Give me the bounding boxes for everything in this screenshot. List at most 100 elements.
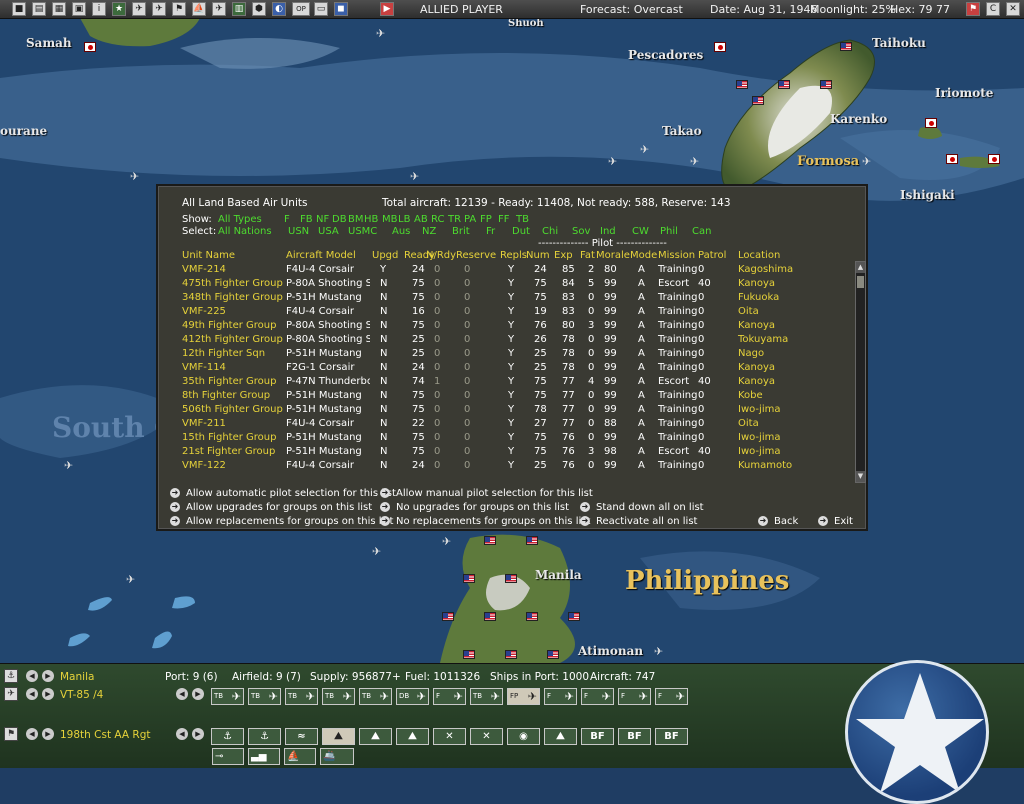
air-unit-button[interactable]: F ✈ <box>544 688 577 705</box>
ground-unit-button[interactable]: ≈ <box>285 728 318 745</box>
japan-base-icon[interactable] <box>714 42 726 52</box>
select-filter-item[interactable]: All Nations <box>218 226 272 237</box>
aircraft-icon[interactable]: ✈ <box>64 460 73 471</box>
us-base-icon[interactable] <box>736 80 748 89</box>
unit-type-button[interactable]: ⊸ <box>212 748 244 765</box>
exit-button[interactable]: ➜ Exit <box>818 516 853 527</box>
table-row[interactable]: 12th Fighter Sqn P-51H Mustang N 25 0 0 Y 25 78 0… <box>158 348 866 362</box>
aircraft-icon[interactable]: ✈ <box>654 646 663 657</box>
end-turn-button[interactable]: ▶ <box>380 2 394 16</box>
show-filter-item[interactable]: All Types <box>218 214 262 225</box>
air-unit-button[interactable]: TB ✈ <box>285 688 318 705</box>
toolbar-button[interactable]: ◼ <box>334 2 348 16</box>
column-header[interactable]: Patrol <box>698 250 726 261</box>
toolbar-button[interactable]: ⬢ <box>252 2 266 16</box>
toolbar-button[interactable]: ✈ <box>212 2 226 16</box>
us-base-icon[interactable] <box>526 612 538 621</box>
manual-pilot-option[interactable]: ➜ Allow manual pilot selection for this l… <box>380 488 593 499</box>
table-row[interactable]: 21st Fighter Group P-51H Mustang N 75 0 0 Y 75 7… <box>158 446 866 460</box>
select-filter-item[interactable]: Fr <box>486 226 495 237</box>
air-unit-name[interactable]: VT-85 /4 <box>60 689 103 701</box>
ground-unit-button[interactable]: BF <box>655 728 688 745</box>
toolbar-button[interactable]: ▦ <box>52 2 66 16</box>
aircraft-icon[interactable]: ✈ <box>376 28 385 39</box>
japan-base-icon[interactable] <box>925 118 937 128</box>
select-filter-item[interactable]: NZ <box>422 226 436 237</box>
us-base-icon[interactable] <box>505 574 517 583</box>
ground-unit-button[interactable]: ⛰ <box>544 728 577 745</box>
no-replacements-option[interactable]: ➜ No replacements for groups on this list <box>380 516 590 527</box>
aircraft-icon[interactable]: ✈ <box>126 574 135 585</box>
air-unit-button[interactable]: TB ✈ <box>248 688 281 705</box>
us-base-icon[interactable] <box>840 42 852 51</box>
scroll-thumb[interactable] <box>857 276 864 288</box>
aircraft-icon[interactable]: ✈ <box>442 536 451 547</box>
select-filter-item[interactable]: USMC <box>348 226 377 237</box>
no-upgrades-option[interactable]: ➜ No upgrades for groups on this list <box>380 502 569 513</box>
unit-type-button[interactable]: ⛵ <box>284 748 316 765</box>
ground-unit-button[interactable]: ◉ <box>507 728 540 745</box>
us-base-icon[interactable] <box>463 574 475 583</box>
table-row[interactable]: VMF-122 F4U-4 Corsair N 24 0 0 Y 25 76 0 99 A Traini… <box>158 460 866 474</box>
prev-ground-unit-button[interactable]: ◀ <box>26 728 38 740</box>
toolbar-button[interactable]: ▤ <box>32 2 46 16</box>
select-filter-item[interactable]: USA <box>318 226 339 237</box>
toolbar-button[interactable]: ⛵ <box>192 2 206 16</box>
japan-base-icon[interactable] <box>988 154 1000 164</box>
scroll-up-icon[interactable]: ▲ <box>856 262 865 273</box>
unit-type-button[interactable]: 🚢 <box>320 748 354 765</box>
column-header[interactable]: Upgd <box>372 250 398 261</box>
info-button[interactable]: i <box>92 2 106 16</box>
toolbar-button[interactable]: ✈ <box>132 2 146 16</box>
table-row[interactable]: VMF-211 F4U-4 Corsair N 22 0 0 Y 27 77 0 88 A Traini… <box>158 418 866 432</box>
show-filter-item[interactable]: TR <box>448 214 461 225</box>
air-unit-button[interactable]: DB ✈ <box>396 688 429 705</box>
column-header[interactable]: Exp <box>554 250 573 261</box>
us-base-icon[interactable] <box>484 612 496 621</box>
us-base-icon[interactable] <box>484 536 496 545</box>
show-filter-item[interactable]: FB <box>300 214 313 225</box>
us-base-icon[interactable] <box>752 96 764 105</box>
base-name[interactable]: Manila <box>60 671 94 683</box>
ground-unit-button[interactable]: BF <box>618 728 651 745</box>
column-header[interactable]: Repls <box>500 250 527 261</box>
air-unit-icon[interactable]: ✈ <box>4 687 18 701</box>
select-filter-item[interactable]: Brit <box>452 226 470 237</box>
toolbar-button[interactable]: OP <box>292 2 310 16</box>
next-air-unit-button[interactable]: ▶ <box>42 688 54 700</box>
aircraft-icon[interactable]: ✈ <box>862 156 871 167</box>
show-filter-item[interactable]: MB <box>382 214 398 225</box>
table-row[interactable]: VMF-114 F2G-1 Corsair N 24 0 0 Y 25 78 0 99 A Traini… <box>158 362 866 376</box>
air-unit-button[interactable]: TB ✈ <box>322 688 355 705</box>
column-header[interactable]: Num <box>526 250 550 261</box>
air-unit-button[interactable]: F ✈ <box>655 688 688 705</box>
column-header[interactable]: Morale <box>596 250 630 261</box>
show-filter-item[interactable]: HB <box>364 214 378 225</box>
toolbar-button[interactable]: ✈ <box>152 2 166 16</box>
air-unit-button[interactable]: F ✈ <box>433 688 466 705</box>
show-filter-item[interactable]: AB <box>414 214 428 225</box>
table-row[interactable]: VMF-225 F4U-4 Corsair N 16 0 0 Y 19 83 0 99 A Traini… <box>158 306 866 320</box>
ground-unit-button[interactable]: ⚓ <box>248 728 281 745</box>
table-row[interactable]: 8th Fighter Group P-51H Mustang N 75 0 0 Y 75 77… <box>158 390 866 404</box>
auto-pilot-option[interactable]: ➜ Allow automatic pilot selection for thi… <box>170 488 396 499</box>
table-row[interactable]: 412th Fighter GroupP-80A Shooting Sta N 25… <box>158 334 866 348</box>
show-filter-item[interactable]: RC <box>431 214 444 225</box>
base-icon[interactable]: ⚓ <box>4 669 18 683</box>
select-filter-item[interactable]: Sov <box>572 226 590 237</box>
aircraft-icon[interactable]: ✈ <box>410 171 419 182</box>
show-filter-item[interactable]: BM <box>348 214 364 225</box>
show-filter-item[interactable]: FP <box>480 214 492 225</box>
us-base-icon[interactable] <box>526 536 538 545</box>
toolbar-button[interactable]: ★ <box>112 2 126 16</box>
scroll-down-icon[interactable]: ▼ <box>856 471 865 482</box>
us-base-icon[interactable] <box>442 612 454 621</box>
unit-type-button[interactable]: ▃▅ <box>248 748 280 765</box>
next-air-group-button[interactable]: ▶ <box>192 688 204 700</box>
aircraft-icon[interactable]: ✈ <box>690 156 699 167</box>
ground-unit-button[interactable]: BF <box>581 728 614 745</box>
next-base-button[interactable]: ▶ <box>42 670 54 682</box>
ground-unit-button[interactable]: ⛰ <box>359 728 392 745</box>
c-button[interactable]: C <box>986 2 1000 16</box>
ground-unit-button[interactable]: ✕ <box>433 728 466 745</box>
